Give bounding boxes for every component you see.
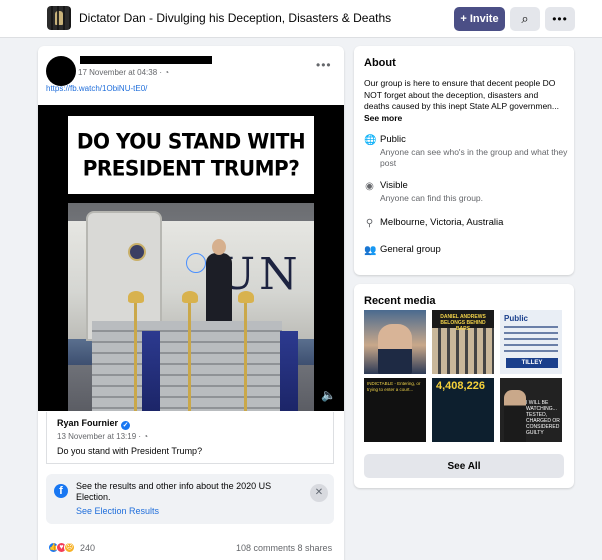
video-caption-area: DO YOU STAND WITH PRESIDENT TRUMP?: [38, 105, 344, 203]
about-description: Our group is here to ensure that decent …: [364, 78, 559, 123]
shared-post-card[interactable]: Ryan Fournier ✓ 13 November at 13:19 · ◔ …: [46, 412, 334, 464]
volume-icon[interactable]: 🔈: [321, 388, 336, 402]
portrait-figure: [504, 390, 526, 442]
eagle-finial: [238, 291, 254, 303]
media-thumbnail[interactable]: Public TILLEY: [500, 310, 562, 374]
group-type-title: General group: [380, 244, 441, 255]
flag: [142, 331, 160, 411]
thumbnail-bars: [47, 6, 71, 30]
search-button[interactable]: ⌕: [510, 7, 540, 31]
video-player[interactable]: DO YOU STAND WITH PRESIDENT TRUMP? UN 🔈: [38, 105, 344, 411]
eye-icon: ◉: [365, 181, 374, 192]
see-all-button[interactable]: See All: [364, 454, 564, 478]
recent-media-title: Recent media: [364, 295, 436, 307]
redacted-author-name: [80, 56, 212, 64]
media-thumbnail[interactable]: INDICTABLE - Entering, or trying to ente…: [364, 378, 426, 442]
shared-post-text: Do you stand with President Trump?: [57, 446, 203, 456]
recent-media-card: Recent media DANIEL ANDREWS BELONGS BEHI…: [354, 284, 574, 488]
stair-rail: [134, 299, 137, 411]
verified-badge-icon: ✓: [121, 421, 131, 430]
visibility-title: Visible: [380, 180, 408, 191]
see-election-results-link[interactable]: See Election Results: [76, 506, 159, 516]
cursor-indicator: [186, 253, 206, 273]
angry-reaction-icon: ☹: [64, 542, 75, 553]
prison-bars: [432, 328, 494, 374]
presidential-seal: [128, 243, 146, 261]
election-info-banner: f See the results and other info about t…: [46, 474, 334, 524]
stair-rail: [188, 299, 191, 411]
invite-button[interactable]: + Invite: [454, 7, 505, 31]
reaction-summary[interactable]: 👍 ♥ ☹ 240: [48, 542, 95, 553]
airstairs: [92, 321, 282, 411]
reaction-count: 240: [80, 542, 96, 553]
eagle-finial: [128, 291, 144, 303]
invite-label: Invite: [469, 13, 499, 25]
post-options-icon[interactable]: •••: [316, 58, 332, 72]
figure-body: [206, 253, 232, 323]
media-thumbnail[interactable]: I WILL BE WATCHING... TESTED, CHARGED OR…: [500, 378, 562, 442]
thumbnail-caption: INDICTABLE - Entering, or trying to ente…: [367, 381, 421, 392]
location-pin-icon: ⚲: [365, 218, 374, 229]
media-thumbnail[interactable]: [364, 310, 426, 374]
feed-post: 17 November at 04:38 · ◔ ••• https://fb.…: [38, 46, 344, 560]
media-thumbnail[interactable]: 4,408,226: [432, 378, 494, 442]
globe-icon: 🌐: [364, 135, 377, 146]
shared-timestamp[interactable]: 13 November at 13:19 · ◔: [57, 432, 148, 441]
thumbnail-badge: TILLEY: [506, 358, 558, 368]
thumbnail-number: 4,408,226: [436, 380, 485, 392]
video-frame: UN: [68, 203, 314, 411]
group-header: Dictator Dan - Divulging his Deception, …: [0, 0, 602, 38]
about-card: About Our group is here to ensure that d…: [354, 46, 574, 275]
privacy-description: Anyone can see who's in the group and wh…: [380, 147, 568, 168]
about-title: About: [364, 57, 396, 69]
globe-icon: ◔: [143, 432, 149, 441]
video-caption-box: DO YOU STAND WITH PRESIDENT TRUMP?: [68, 116, 314, 194]
thumbnail-body-text: [504, 326, 558, 356]
flag: [280, 331, 298, 411]
more-options-button[interactable]: •••: [545, 7, 575, 31]
globe-icon: ◔: [164, 68, 170, 77]
location-title[interactable]: Melbourne, Victoria, Australia: [380, 217, 503, 228]
visibility-description: Anyone can find this group.: [380, 193, 484, 203]
shares-count[interactable]: 8 shares: [298, 543, 333, 553]
group-name[interactable]: Dictator Dan - Divulging his Deception, …: [79, 11, 391, 25]
portrait-figure: [378, 324, 412, 374]
facebook-logo-icon: f: [54, 484, 68, 498]
plus-icon: +: [460, 13, 467, 25]
video-caption-line-2: PRESIDENT TRUMP?: [82, 155, 300, 181]
close-icon[interactable]: ✕: [310, 484, 328, 502]
group-cover-thumbnail[interactable]: [47, 6, 71, 30]
stair-rail: [244, 299, 247, 411]
post-link[interactable]: https://fb.watch/1ObiNU-tE0/: [46, 84, 147, 93]
group-icon: 👥: [364, 245, 377, 256]
privacy-title: Public: [380, 134, 406, 145]
eagle-finial: [182, 291, 198, 303]
more-icon: •••: [552, 12, 568, 26]
thumbnail-caption: I WILL BE WATCHING... TESTED, CHARGED OR…: [526, 400, 560, 436]
comments-count[interactable]: 108 comments: [236, 543, 295, 553]
author-avatar[interactable]: [46, 56, 76, 86]
post-timestamp[interactable]: 17 November at 04:38 · ◔: [78, 68, 169, 77]
thumbnail-caption: Public: [504, 314, 529, 323]
figure-head: [212, 239, 226, 255]
post-stats: 108 comments 8 shares: [236, 543, 332, 553]
search-icon: ⌕: [521, 11, 529, 26]
video-caption-line-1: DO YOU STAND WITH: [76, 128, 306, 154]
election-info-text: See the results and other info about the…: [76, 481, 272, 502]
thumbnail-caption: DANIEL ANDREWS BELONGS BEHIND BARS: [440, 314, 486, 332]
media-thumbnail[interactable]: DANIEL ANDREWS BELONGS BEHIND BARS: [432, 310, 494, 374]
see-more-link[interactable]: See more: [364, 113, 402, 123]
shared-author[interactable]: Ryan Fournier ✓: [57, 418, 131, 430]
